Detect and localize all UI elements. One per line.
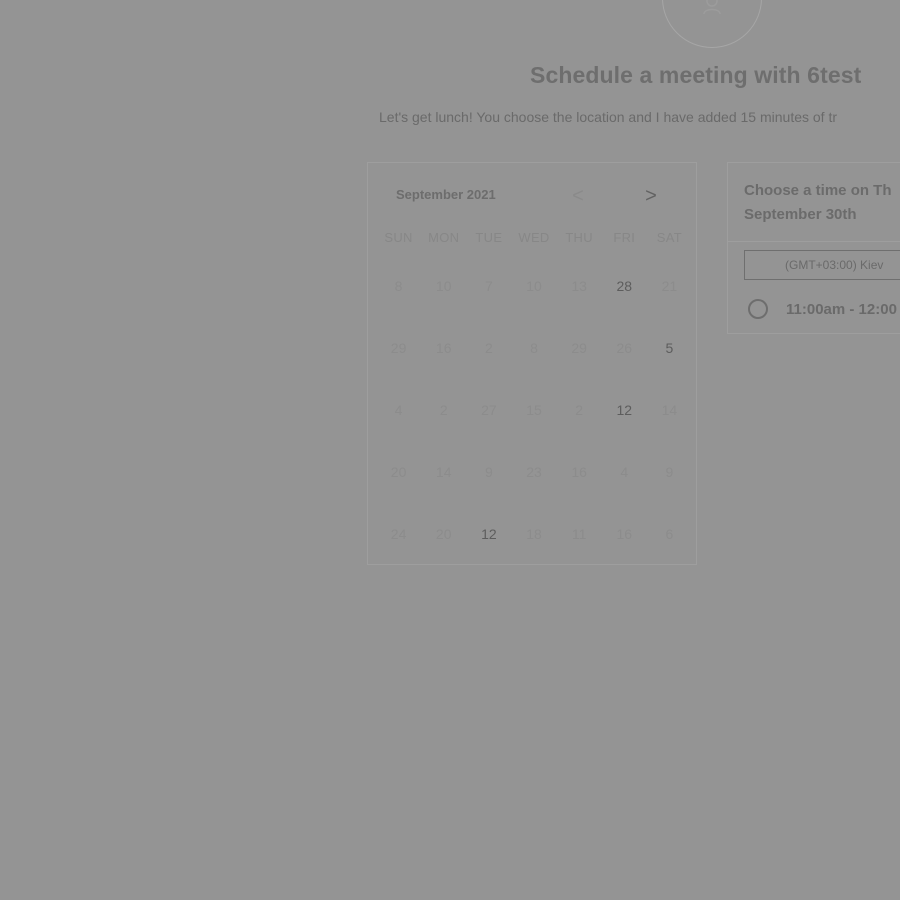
calendar-day: 9 <box>665 464 674 480</box>
calendar-day: 16 <box>616 526 633 542</box>
weekday-label: WED <box>518 230 550 245</box>
host-avatar <box>662 0 762 48</box>
weekday-label: TUE <box>475 230 503 245</box>
weekday-label: MON <box>428 230 460 245</box>
timezone-select[interactable]: (GMT+03:00) Kiev <box>744 250 900 280</box>
weekday-label: FRI <box>613 230 636 245</box>
calendar-day: 29 <box>390 340 407 356</box>
time-picker-heading-day: Choose a time on Th <box>744 182 892 199</box>
calendar-day: 21 <box>661 278 678 294</box>
calendar-day: 20 <box>390 464 407 480</box>
calendar-day-available[interactable]: 12 <box>602 379 647 441</box>
calendar-day: 4 <box>620 464 629 480</box>
calendar-day: 8 <box>394 278 403 294</box>
calendar-day: 27 <box>481 402 497 418</box>
calendar-day: 16 <box>571 464 587 480</box>
calendar-day: 14 <box>661 402 678 418</box>
calendar-days-grid: 8 10 7 10 13 28 21 29 16 2 8 29 26 5 4 2… <box>376 255 692 565</box>
calendar-day: 18 <box>526 526 542 542</box>
time-picker-heading-date: September 30th <box>744 206 857 223</box>
previous-month-button[interactable]: < <box>567 185 589 207</box>
next-month-button[interactable]: > <box>640 185 662 207</box>
divider <box>728 241 900 242</box>
weekday-header: SUN MON TUE WED THU FRI SAT <box>376 230 692 245</box>
calendar-day: 10 <box>435 278 452 294</box>
calendar-day: 8 <box>530 340 538 356</box>
calendar-day-available[interactable]: 5 <box>647 317 692 379</box>
chevron-left-icon: < <box>572 185 584 207</box>
calendar-day: 11 <box>571 526 587 542</box>
weekday-label: THU <box>565 230 593 245</box>
weekday-label: SAT <box>656 230 683 245</box>
calendar-day-available[interactable]: 28 <box>602 255 647 317</box>
time-slot-label: 11:00am - 12:00 <box>786 300 897 318</box>
person-icon <box>663 0 761 19</box>
scheduling-page: Schedule a meeting with 6test Let's get … <box>0 0 900 900</box>
calendar-day: 29 <box>571 340 587 356</box>
calendar-day: 4 <box>394 402 403 418</box>
calendar-card: September 2021 < > SUN MON TUE WED THU F… <box>367 162 697 565</box>
calendar-day: 9 <box>484 464 493 480</box>
time-slot-option[interactable]: 11:00am - 12:00 <box>748 299 897 319</box>
calendar-day: 6 <box>665 526 674 542</box>
chevron-right-icon: > <box>645 185 657 207</box>
calendar-day: 15 <box>526 402 542 418</box>
calendar-day: 2 <box>484 340 493 356</box>
calendar-day: 10 <box>526 278 542 294</box>
weekday-label: SUN <box>384 230 413 245</box>
radio-button[interactable] <box>748 299 768 319</box>
calendar-day: 7 <box>484 278 493 294</box>
calendar-day: 2 <box>575 402 584 418</box>
calendar-day: 20 <box>435 526 452 542</box>
calendar-day: 14 <box>435 464 452 480</box>
calendar-day: 24 <box>390 526 407 542</box>
calendar-day: 16 <box>435 340 452 356</box>
calendar-day: 26 <box>616 340 633 356</box>
time-picker-heading: Choose a time on Th September 30th <box>744 179 892 227</box>
calendar-day: 13 <box>571 278 587 294</box>
calendar-month-label: September 2021 <box>396 187 496 202</box>
calendar-day: 2 <box>439 402 448 418</box>
time-picker-card: Choose a time on Th September 30th (GMT+… <box>727 162 900 334</box>
page-title: Schedule a meeting with 6test <box>530 62 862 88</box>
calendar-day: 23 <box>526 464 542 480</box>
meeting-description: Let's get lunch! You choose the location… <box>379 109 838 125</box>
calendar-day-available[interactable]: 12 <box>466 503 511 565</box>
